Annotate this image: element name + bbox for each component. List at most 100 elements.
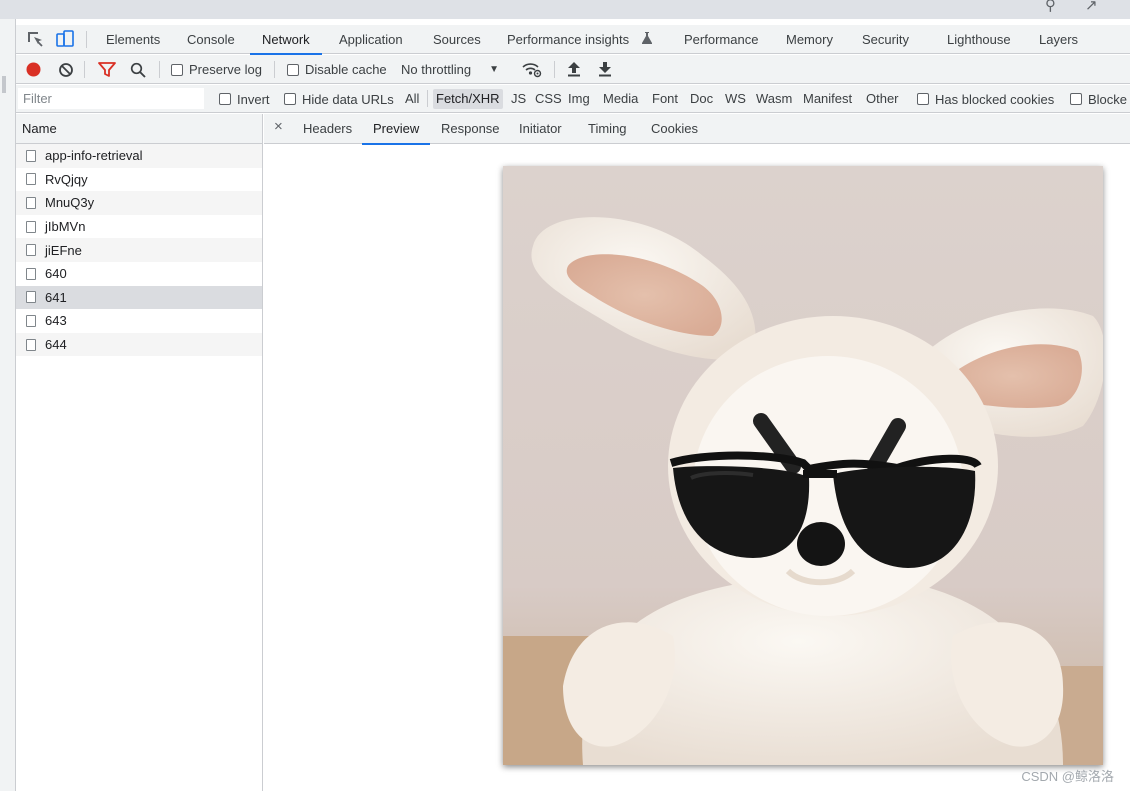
request-row-selected[interactable]: 641 <box>16 285 262 310</box>
request-row[interactable]: 644 <box>16 332 262 357</box>
image-preview <box>503 166 1103 765</box>
filter-input[interactable] <box>18 88 204 109</box>
request-file-icon <box>26 173 36 186</box>
type-filter-all[interactable]: All <box>402 89 422 109</box>
clear-icon[interactable] <box>58 62 74 78</box>
type-filter-doc[interactable]: Doc <box>687 89 716 109</box>
import-har-icon[interactable] <box>567 61 581 77</box>
chevron-down-icon: ▼ <box>489 64 499 75</box>
request-name: MnuQ3y <box>45 195 95 211</box>
devtools-main-tabbar: Elements Console Network Application Sou… <box>16 25 1130 55</box>
tab-performance[interactable]: Performance <box>672 25 770 54</box>
request-row[interactable]: app-info-retrieval <box>16 144 262 168</box>
type-filter-manifest[interactable]: Manifest <box>800 89 855 109</box>
request-row[interactable]: jIbMVn <box>16 215 262 239</box>
disable-cache-check[interactable] <box>287 63 299 76</box>
toolbar-separator <box>274 61 275 78</box>
request-row[interactable]: RvQjqy <box>16 168 262 192</box>
request-row[interactable]: 643 <box>16 309 262 333</box>
request-file-icon <box>26 196 36 209</box>
blocked-requests-label: Blocke <box>1088 91 1128 107</box>
invert-check[interactable] <box>219 93 231 105</box>
share-icon[interactable]: ↗ <box>1085 0 1098 14</box>
request-name: 643 <box>45 313 67 329</box>
request-list: Name app-info-retrieval RvQjqy MnuQ3y jI… <box>16 114 263 791</box>
disable-cache-label: Disable cache <box>305 62 387 77</box>
type-filter-wasm[interactable]: Wasm <box>753 89 795 109</box>
tab-headers[interactable]: Headers <box>292 114 363 144</box>
request-file-icon <box>26 291 36 304</box>
request-name: 640 <box>45 266 67 282</box>
detail-tabbar: × Headers Preview Response Initiator Tim… <box>264 114 1130 145</box>
type-filter-img[interactable]: Img <box>565 89 593 109</box>
request-name: RvQjqy <box>45 171 88 187</box>
tab-response[interactable]: Response <box>430 114 511 144</box>
request-file-icon <box>26 220 36 233</box>
invert-label: Invert <box>237 91 270 107</box>
tab-console[interactable]: Console <box>175 25 247 54</box>
toolbar-separator <box>84 61 85 78</box>
tab-cookies[interactable]: Cookies <box>640 114 709 144</box>
request-file-icon <box>26 338 36 351</box>
has-blocked-cookies-check[interactable] <box>917 93 929 105</box>
toolbar-separator <box>86 31 87 48</box>
tab-performance-insights[interactable]: Performance insights <box>495 25 629 54</box>
network-conditions-icon[interactable] <box>522 61 542 79</box>
watermark-text: CSDN @鲸洛洛 <box>1021 769 1114 784</box>
request-row[interactable]: jiEFne <box>16 238 262 262</box>
filter-bar: Invert Hide data URLs All Fetch/XHR JS C… <box>16 85 1130 113</box>
throttling-value: No throttling <box>401 62 472 77</box>
filter-funnel-icon[interactable] <box>98 62 116 78</box>
toolbar-separator <box>427 90 428 107</box>
type-filter-font[interactable]: Font <box>649 89 681 109</box>
tab-security[interactable]: Security <box>850 25 921 54</box>
hide-data-urls-check[interactable] <box>284 93 296 105</box>
hide-data-urls-label: Hide data URLs <box>302 91 394 107</box>
search-icon[interactable] <box>130 62 146 78</box>
tab-performance-insights-label: Performance insights <box>507 32 630 47</box>
record-icon[interactable] <box>25 61 42 78</box>
preserve-log-checkbox[interactable]: Preserve log <box>171 55 262 84</box>
tab-initiator[interactable]: Initiator <box>508 114 573 144</box>
type-filter-other[interactable]: Other <box>863 89 902 109</box>
tab-sources[interactable]: Sources <box>421 25 493 54</box>
tab-layers[interactable]: Layers <box>1027 25 1090 54</box>
preserve-log-label: Preserve log <box>189 62 262 77</box>
name-column-header[interactable]: Name <box>16 114 262 144</box>
request-row[interactable]: MnuQ3y <box>16 191 262 215</box>
blocked-requests-check[interactable] <box>1070 93 1082 105</box>
hide-data-urls-checkbox[interactable]: Hide data URLs <box>284 85 394 113</box>
has-blocked-cookies-label: Has blocked cookies <box>935 91 1055 107</box>
device-toolbar-icon[interactable] <box>55 29 75 49</box>
request-row[interactable]: 640 <box>16 262 262 286</box>
blocked-requests-checkbox[interactable]: Blocke <box>1070 85 1127 113</box>
type-filter-ws[interactable]: WS <box>722 89 749 109</box>
type-filter-js[interactable]: JS <box>508 89 529 109</box>
preserve-log-check[interactable] <box>171 63 183 76</box>
inspect-element-icon[interactable] <box>25 29 45 49</box>
request-rows: app-info-retrieval RvQjqy MnuQ3y jIbMVn … <box>16 144 262 357</box>
disable-cache-checkbox[interactable]: Disable cache <box>287 55 387 84</box>
tab-memory[interactable]: Memory <box>774 25 845 54</box>
tab-application[interactable]: Application <box>327 25 415 54</box>
experiment-flask-icon <box>642 32 652 44</box>
throttling-select[interactable]: No throttling ▼ <box>401 55 499 84</box>
close-icon[interactable]: × <box>274 119 286 135</box>
tab-elements[interactable]: Elements <box>94 25 172 54</box>
gutter-handle <box>2 76 6 93</box>
type-filter-media[interactable]: Media <box>600 89 641 109</box>
tab-network[interactable]: Network <box>250 25 322 55</box>
type-filter-fetch-xhr[interactable]: Fetch/XHR <box>433 89 503 109</box>
export-har-icon[interactable] <box>598 61 612 77</box>
request-file-icon <box>26 149 36 162</box>
request-name: app-info-retrieval <box>45 148 143 164</box>
has-blocked-cookies-checkbox[interactable]: Has blocked cookies <box>917 85 1054 113</box>
type-filter-css[interactable]: CSS <box>532 89 565 109</box>
tab-preview[interactable]: Preview <box>362 114 431 145</box>
search-icon[interactable]: ⚲ <box>1045 0 1056 14</box>
browser-top-strip: ⚲ ↗ <box>0 0 1130 19</box>
tab-lighthouse[interactable]: Lighthouse <box>935 25 1023 54</box>
invert-checkbox[interactable]: Invert <box>219 85 270 113</box>
toolbar-separator <box>554 61 555 78</box>
tab-timing[interactable]: Timing <box>577 114 638 144</box>
